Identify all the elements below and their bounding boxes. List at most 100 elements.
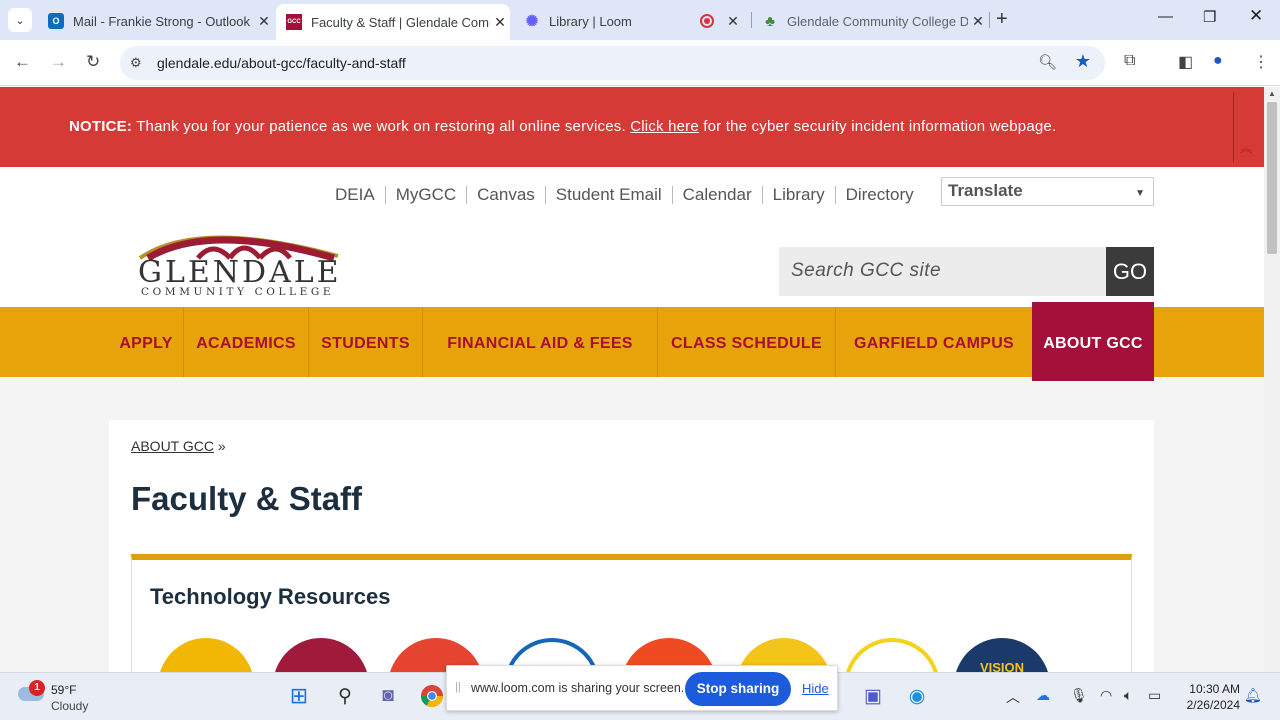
microphone-icon[interactable]: 🎙︎ (1070, 687, 1088, 704)
scrollbar-thumb[interactable] (1267, 102, 1277, 254)
zoom-icon[interactable]: 🔍︎ (1038, 53, 1057, 71)
search-go-button[interactable]: GO (1106, 247, 1154, 296)
nav-students[interactable]: STUDENTS (309, 307, 423, 377)
notice-text: NOTICE: Thank you for your patience as w… (69, 118, 1056, 135)
notice-label: NOTICE: (69, 118, 133, 135)
onedrive-icon[interactable]: ☁ (1036, 687, 1050, 704)
dropdown-caret-icon: ▼ (1135, 188, 1145, 199)
system-clock[interactable]: 10:30 AM 2/26/2024 (1180, 681, 1240, 713)
stop-sharing-button[interactable]: Stop sharing (685, 672, 791, 706)
utility-link-student-email[interactable]: Student Email (546, 186, 673, 204)
nav-about-gcc[interactable]: ABOUT GCC (1032, 302, 1154, 381)
profile-icon[interactable]: ● (1213, 52, 1223, 70)
new-tab-icon[interactable]: + (996, 8, 1008, 31)
restore-icon[interactable]: ❐ (1203, 8, 1216, 26)
breadcrumb: ABOUT GCC » (131, 438, 226, 454)
weather-temp: 59°F (51, 683, 77, 697)
chrome-icon[interactable] (419, 683, 445, 709)
tab-faculty-staff[interactable]: GCC Faculty & Staff | Glendale Comm ✕ (276, 4, 510, 40)
weather-condition: Cloudy (51, 699, 89, 713)
page-scrollbar[interactable]: ▲ (1264, 87, 1280, 672)
hide-link[interactable]: Hide (802, 681, 829, 696)
notice-message-end: for the cyber security incident informat… (703, 118, 1057, 135)
close-tab-icon[interactable]: ✕ (254, 13, 274, 30)
utility-link-library[interactable]: Library (763, 186, 836, 204)
clock-time: 10:30 AM (1189, 682, 1240, 696)
minimize-icon[interactable]: — (1158, 8, 1173, 25)
nav-garfield-campus[interactable]: GARFIELD CAMPUS (836, 307, 1032, 377)
tab-gcc-d[interactable]: ♣ Glendale Community College D ✕ (752, 6, 988, 36)
reload-icon[interactable]: ↻ (86, 52, 100, 72)
notice-link[interactable]: Click here (630, 118, 699, 135)
translate-label: Translate (948, 181, 1023, 200)
nav-academics[interactable]: ACADEMICS (184, 307, 309, 377)
loom-sharing-bar: || www.loom.com is sharing your screen. … (446, 665, 838, 711)
side-panel-icon[interactable]: ◧ (1178, 52, 1193, 72)
gcc-logo[interactable]: GLENDALE COMMUNITY COLLEGE (138, 222, 340, 298)
battery-icon[interactable]: ▭ (1148, 687, 1161, 704)
edge-icon[interactable]: ◉ (904, 683, 930, 709)
breadcrumb-separator: » (217, 438, 226, 454)
nav-class-schedule[interactable]: CLASS SCHEDULE (658, 307, 836, 377)
resource-vision-icon[interactable]: VISION (954, 638, 1050, 672)
breadcrumb-link[interactable]: ABOUT GCC (131, 438, 214, 454)
wifi-icon[interactable]: ◠ (1100, 687, 1112, 704)
loom-icon: ✺ (525, 13, 539, 30)
back-icon[interactable]: ← (14, 52, 31, 72)
browser-toolbar: ← → ↻ ⚙ glendale.edu/about-gcc/faculty-a… (0, 40, 1280, 86)
logo-wordmark: GLENDALE (138, 255, 342, 290)
main-nav: APPLY ACADEMICS STUDENTS FINANCIAL AID &… (0, 302, 1264, 381)
scroll-up-icon[interactable]: ▲ (1268, 89, 1276, 98)
site-search-input[interactable]: Search GCC site (779, 247, 1106, 296)
tab-loom-recording[interactable]: ✕ (690, 6, 750, 36)
drag-handle-icon[interactable]: || (455, 681, 461, 693)
notice-message: Thank you for your patience as we work o… (136, 118, 626, 135)
close-tab-icon[interactable]: ✕ (723, 13, 743, 30)
nav-financial-aid[interactable]: FINANCIAL AID & FEES (423, 307, 658, 377)
volume-icon[interactable]: 🔈︎ (1124, 687, 1132, 704)
gcc-icon: GCC (286, 14, 302, 30)
site-header: DEIA MyGCC Canvas Student Email Calendar… (0, 167, 1264, 307)
resource-sharepoint-icon[interactable] (273, 638, 369, 672)
collapse-icon[interactable]: ︽ (1240, 139, 1252, 156)
tray-overflow-icon[interactable]: ︿ (1006, 687, 1020, 707)
extensions-icon[interactable]: ⧉ (1124, 52, 1135, 70)
utility-link-canvas[interactable]: Canvas (467, 186, 546, 204)
record-icon (700, 14, 714, 28)
search-icon[interactable]: ⚲ (332, 683, 358, 709)
tab-search-button[interactable]: ⌄ (8, 8, 32, 32)
windows-start-icon[interactable]: ⊞ (286, 683, 312, 709)
close-window-icon[interactable]: ✕ (1249, 6, 1263, 26)
translate-select[interactable]: Translate ▼ (941, 177, 1154, 206)
tab-title: Mail - Frankie Strong - Outlook (73, 13, 251, 29)
close-tab-icon[interactable]: ✕ (490, 14, 510, 31)
resource-outlook-icon[interactable] (158, 638, 254, 672)
teams-chat-icon[interactable]: ◙ (375, 683, 401, 709)
close-tab-icon[interactable]: ✕ (968, 13, 988, 30)
clock-date: 2/26/2024 (1186, 698, 1240, 712)
nav-apply[interactable]: APPLY (109, 307, 184, 377)
address-bar[interactable]: ⚙ glendale.edu/about-gcc/faculty-and-sta… (120, 46, 1105, 80)
page-title: Faculty & Staff (131, 480, 363, 517)
weather-widget[interactable]: 1 59°F Cloudy (18, 680, 128, 715)
notification-badge: 1 (29, 680, 45, 696)
main-content: ABOUT GCC » Faculty & Staff Technology R… (109, 420, 1154, 672)
technology-resources-card: Technology Resources VISION (131, 554, 1132, 672)
logo-subtitle: COMMUNITY COLLEGE (141, 286, 335, 298)
notifications-bell-icon[interactable]: 🔔︎ (1244, 687, 1262, 704)
utility-link-directory[interactable]: Directory (836, 186, 924, 204)
resource-ring-icon[interactable] (844, 638, 940, 672)
forward-icon[interactable]: → (50, 52, 67, 72)
notice-divider (1233, 92, 1234, 162)
utility-link-deia[interactable]: DEIA (325, 186, 386, 204)
url-text[interactable]: glendale.edu/about-gcc/faculty-and-staff (157, 55, 406, 71)
bookmark-star-icon[interactable]: ★ (1075, 51, 1091, 72)
menu-icon[interactable]: ⋮ (1253, 52, 1269, 72)
utility-link-mygcc[interactable]: MyGCC (386, 186, 468, 204)
browser-tab-strip: ⌄ O Mail - Frankie Strong - Outlook ✕ GC… (0, 0, 1280, 40)
utility-link-calendar[interactable]: Calendar (673, 186, 763, 204)
site-info-icon[interactable]: ⚙ (130, 55, 142, 71)
tab-outlook[interactable]: O Mail - Frankie Strong - Outlook ✕ (38, 6, 274, 36)
section-title: Technology Resources (150, 584, 391, 609)
teams-icon[interactable]: ▣ (860, 683, 886, 709)
